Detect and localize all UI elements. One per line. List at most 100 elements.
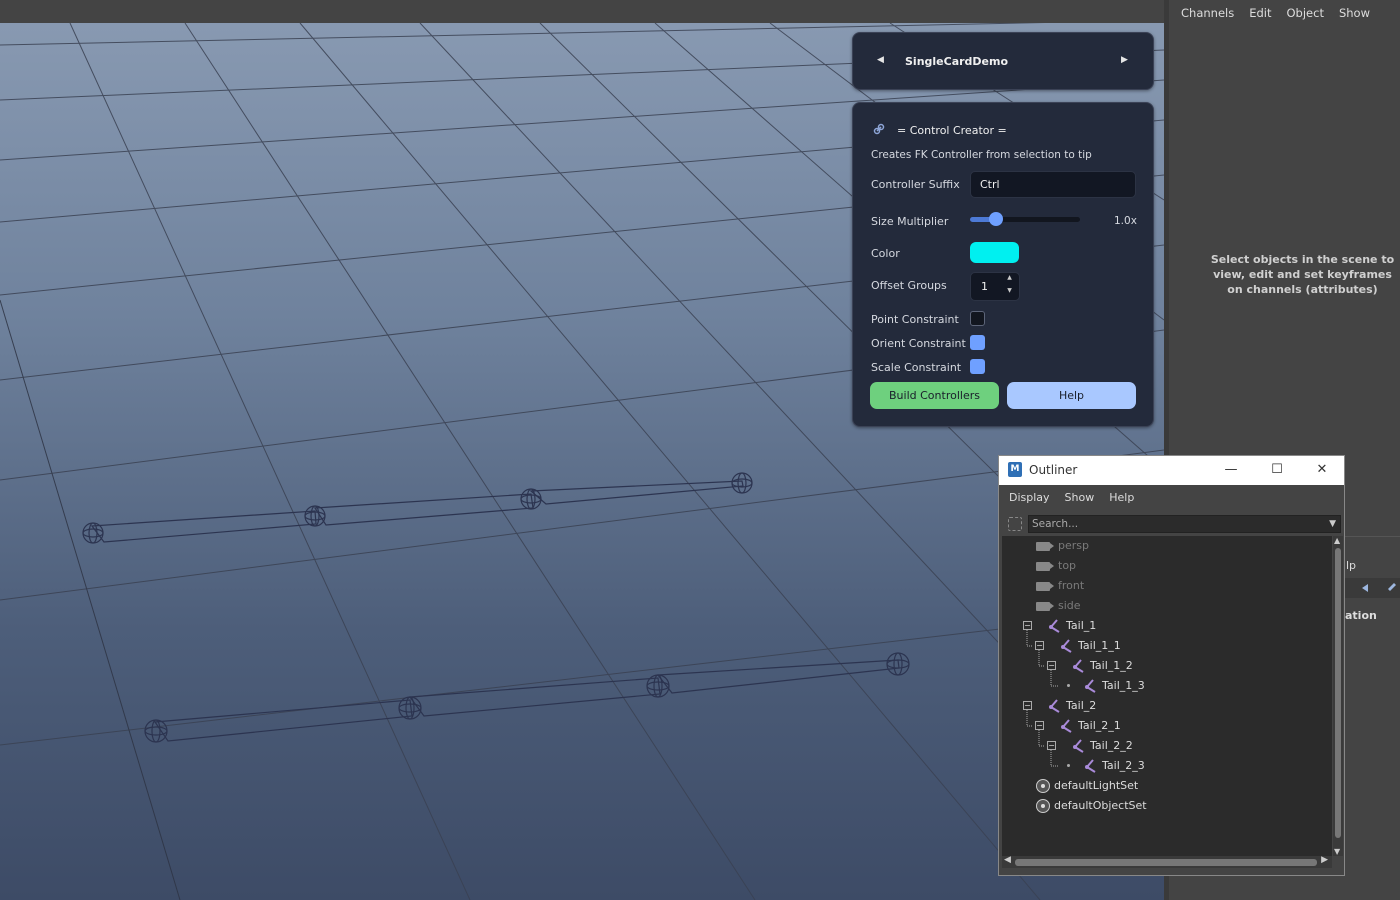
joint-chain-tail-1 — [82, 472, 753, 544]
controller-suffix-label: Controller Suffix — [871, 178, 960, 191]
outliner-window: M Outliner — ☐ ✕ Display Show Help Searc… — [998, 455, 1345, 876]
menu-edit[interactable]: Edit — [1249, 6, 1271, 20]
outliner-titlebar[interactable]: M Outliner — ☐ ✕ — [999, 456, 1344, 485]
scroll-down-icon[interactable]: ▼ — [1334, 847, 1340, 856]
search-placeholder: Search... — [1032, 518, 1079, 530]
collapse-toggle-icon[interactable]: − — [1023, 621, 1032, 630]
channel-box-menubar: Channels Edit Object Show — [1181, 6, 1370, 20]
outliner-item-label: front — [1058, 579, 1085, 592]
scroll-left-icon[interactable]: ◀ — [1004, 855, 1011, 865]
object-set-icon — [1036, 779, 1050, 793]
size-multiplier-label: Size Multiplier — [871, 215, 949, 228]
layer-menu-help-partial[interactable]: lp — [1346, 559, 1356, 572]
viewport-toolbar — [0, 0, 1164, 23]
card-navigator: ◀ SingleCardDemo ▶ — [852, 32, 1154, 90]
collapse-toggle-icon[interactable]: − — [1047, 741, 1056, 750]
close-icon[interactable]: ✕ — [1307, 459, 1337, 481]
controller-suffix-input[interactable]: Ctrl — [970, 171, 1136, 198]
help-button[interactable]: Help — [1007, 382, 1136, 409]
scrollbar-thumb[interactable] — [1015, 859, 1317, 866]
object-set-icon — [1036, 799, 1050, 813]
control-creator-card: = Control Creator = Creates FK Controlle… — [852, 102, 1154, 427]
point-constraint-checkbox[interactable] — [970, 311, 985, 326]
joint-icon — [1049, 698, 1062, 714]
outliner-item-label: persp — [1058, 539, 1089, 552]
control-creator-description: Creates FK Controller from selection to … — [871, 149, 1092, 161]
size-multiplier-slider[interactable] — [970, 212, 1080, 226]
control-creator-title: = Control Creator = — [897, 124, 1007, 137]
layer-tool-icon-a — [1362, 584, 1368, 592]
outliner-item-label: Tail_1_3 — [1102, 679, 1145, 692]
chevron-down-icon[interactable]: ▼ — [1329, 516, 1336, 532]
right-arrow-icon[interactable]: ▶ — [1121, 55, 1128, 65]
scrollbar-thumb[interactable] — [1335, 548, 1341, 838]
outliner-tree[interactable]: persp top front side − Tail_1 − Tail_1_1 − Tail_1… — [1002, 536, 1332, 856]
menu-show[interactable]: Show — [1065, 485, 1095, 511]
joint-icon — [1061, 638, 1074, 654]
offset-groups-value: 1 — [981, 280, 988, 293]
offset-groups-label: Offset Groups — [871, 279, 947, 292]
outliner-item-label: Tail_2_3 — [1102, 759, 1145, 772]
link-icon — [873, 123, 885, 135]
maximize-icon[interactable]: ☐ — [1262, 459, 1292, 481]
outliner-item-label: defaultObjectSet — [1054, 799, 1147, 812]
outliner-title: Outliner — [1029, 463, 1078, 477]
outliner-menubar: Display Show Help — [999, 485, 1344, 511]
menu-display[interactable]: Display — [1009, 485, 1050, 511]
camera-icon — [1036, 541, 1054, 551]
menu-show[interactable]: Show — [1339, 6, 1370, 20]
offset-groups-spinbox[interactable]: 1 ▲ ▼ — [970, 272, 1020, 301]
collapse-toggle-icon[interactable]: − — [1047, 661, 1056, 670]
collapse-toggle-icon[interactable]: − — [1035, 721, 1044, 730]
point-constraint-label: Point Constraint — [871, 313, 959, 326]
menu-object[interactable]: Object — [1287, 6, 1324, 20]
outliner-item-label: defaultLightSet — [1054, 779, 1139, 792]
scale-constraint-checkbox[interactable] — [970, 359, 985, 374]
orient-constraint-checkbox[interactable] — [970, 335, 985, 350]
slider-handle[interactable] — [989, 212, 1003, 226]
minimize-icon[interactable]: — — [1216, 459, 1246, 481]
size-multiplier-value: 1.0x — [1114, 215, 1137, 227]
menu-help[interactable]: Help — [1109, 485, 1134, 511]
menu-channels[interactable]: Channels — [1181, 6, 1234, 20]
left-arrow-icon[interactable]: ◀ — [877, 55, 884, 65]
card-title: SingleCardDemo — [905, 55, 1009, 68]
filter-icon[interactable] — [1008, 517, 1022, 531]
outliner-item-label: top — [1058, 559, 1077, 572]
layer-tab-animation-partial[interactable]: ation — [1345, 609, 1377, 622]
joint-icon — [1085, 758, 1098, 774]
outliner-vertical-scrollbar[interactable]: ▲ ▼ — [1333, 536, 1343, 856]
outliner-item-label: Tail_2_1 — [1078, 719, 1121, 732]
orient-constraint-label: Orient Constraint — [871, 337, 966, 350]
joint-icon — [1073, 738, 1086, 754]
channel-box-empty-message: Select objects in the scene to view, edi… — [1210, 253, 1395, 296]
spin-down-icon[interactable]: ▼ — [1003, 287, 1016, 300]
color-label: Color — [871, 247, 900, 260]
collapse-toggle-icon[interactable]: − — [1035, 641, 1044, 650]
joint-icon — [1073, 658, 1086, 674]
outliner-item-label: Tail_2_2 — [1090, 739, 1133, 752]
outliner-search-input[interactable]: Search... ▼ — [1028, 515, 1341, 533]
outliner-item-label: Tail_1_1 — [1078, 639, 1121, 652]
maya-app-icon: M — [1008, 462, 1022, 477]
joint-icon — [1061, 718, 1074, 734]
scroll-up-icon[interactable]: ▲ — [1334, 536, 1340, 545]
build-controllers-button[interactable]: Build Controllers — [870, 382, 999, 409]
joint-chain-tail-2 — [144, 652, 910, 743]
outliner-horizontal-scrollbar[interactable]: ◀ ▶ — [1002, 855, 1332, 868]
color-swatch[interactable] — [970, 242, 1019, 263]
layer-toolbar — [1344, 578, 1400, 598]
scroll-right-icon[interactable]: ▶ — [1321, 855, 1328, 865]
camera-icon — [1036, 581, 1054, 591]
leaf-dot-icon — [1067, 764, 1070, 767]
outliner-item-label: side — [1058, 599, 1081, 612]
camera-icon — [1036, 601, 1054, 611]
joint-icon — [1049, 618, 1062, 634]
scale-constraint-label: Scale Constraint — [871, 361, 962, 374]
spin-up-icon[interactable]: ▲ — [1003, 274, 1016, 287]
leaf-dot-icon — [1067, 684, 1070, 687]
collapse-toggle-icon[interactable]: − — [1023, 701, 1032, 710]
outliner-item-label: Tail_1_2 — [1090, 659, 1133, 672]
camera-icon — [1036, 561, 1054, 571]
outliner-item-label: Tail_1 — [1066, 619, 1097, 632]
